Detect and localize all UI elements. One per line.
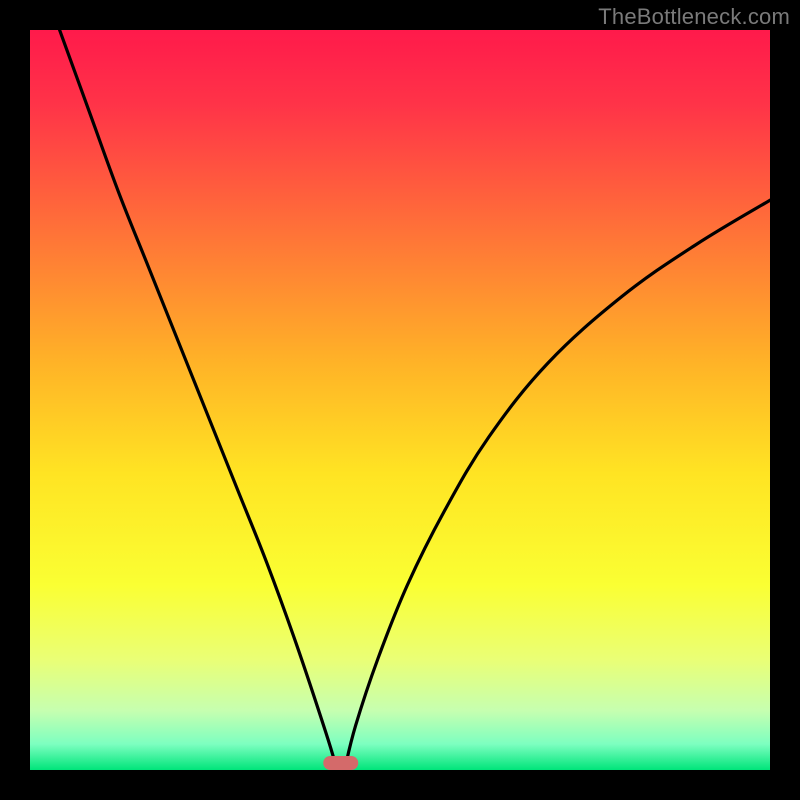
plot-area [30,30,770,770]
outer-frame: TheBottleneck.com [0,0,800,800]
minimum-marker [323,756,359,770]
bottleneck-curve [30,30,770,770]
curve-right-branch [345,200,771,770]
watermark-text: TheBottleneck.com [598,4,790,30]
curve-left-branch [60,30,338,770]
